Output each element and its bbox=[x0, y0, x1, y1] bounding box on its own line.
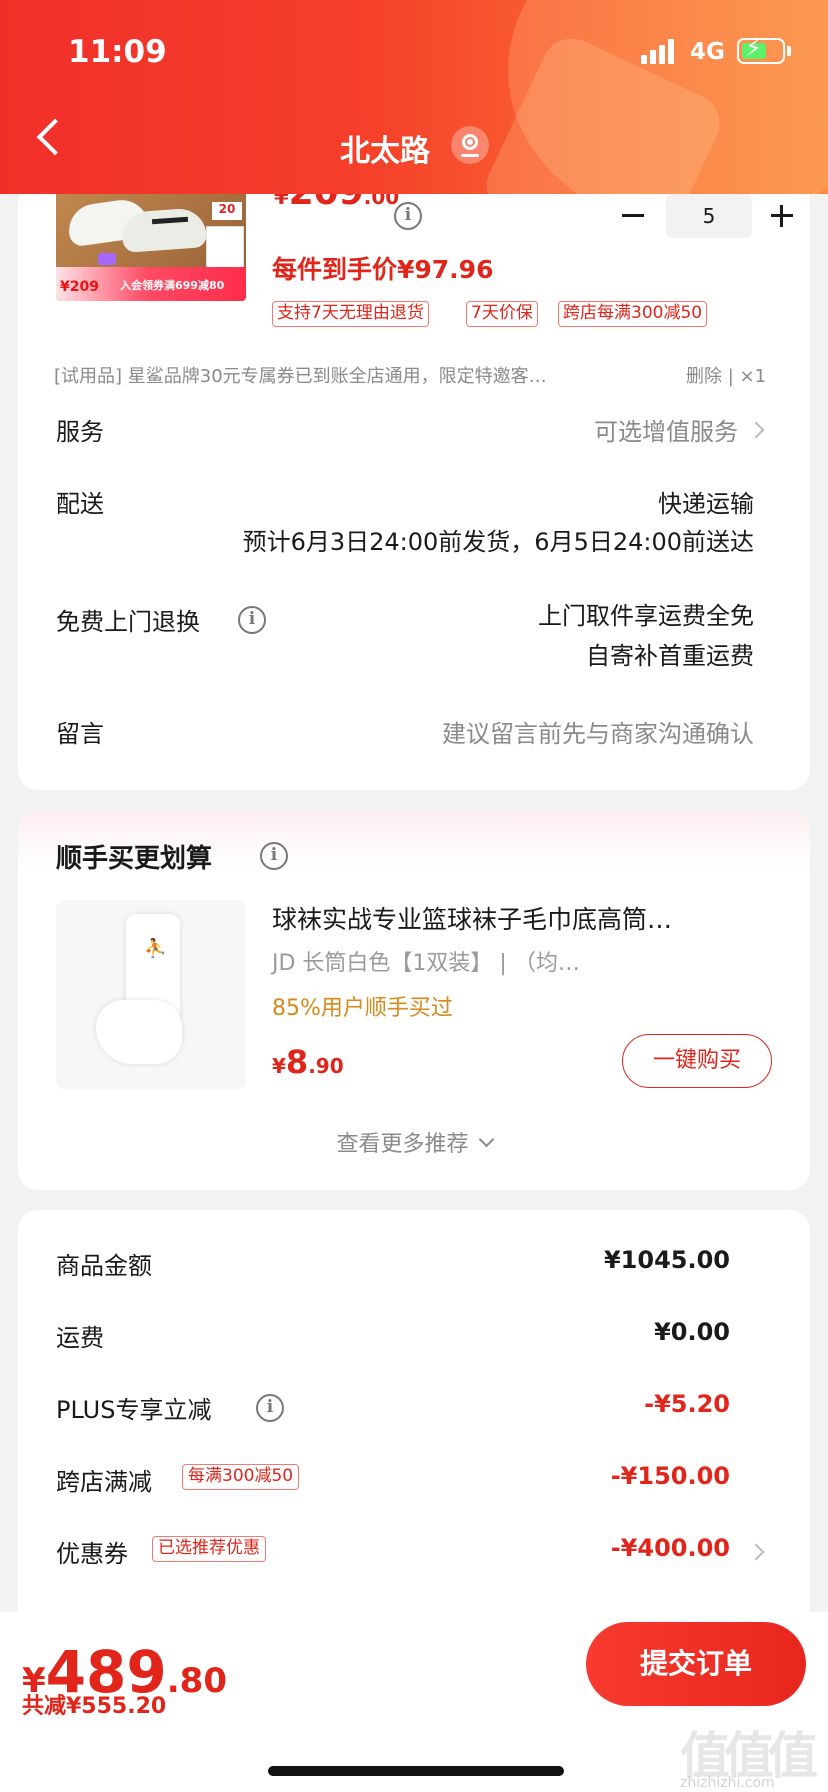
page-title: 北太路 bbox=[340, 134, 430, 169]
service-value[interactable]: 可选增值服务 bbox=[594, 412, 738, 447]
order-product-card: 20 ¥209 入会领券满699减80 ¥209.00 i 5 每件到手价¥97… bbox=[18, 150, 810, 790]
battery-icon: ⚡ bbox=[737, 36, 785, 64]
unit-price: 每件到手价¥97.96 bbox=[272, 255, 494, 284]
signal-icon bbox=[641, 34, 681, 64]
quantity-value[interactable]: 5 bbox=[666, 194, 752, 238]
cross-store-tag: 每满300减50 bbox=[182, 1464, 300, 1490]
chevron-right-icon[interactable] bbox=[747, 1543, 765, 1561]
back-icon[interactable] bbox=[36, 118, 74, 156]
return-service-line1: 上门取件享运费全免 bbox=[538, 602, 754, 630]
summary-label-coupon[interactable]: 优惠券 bbox=[56, 1534, 128, 1569]
summary-value-cross-store: -¥150.00 bbox=[610, 1462, 730, 1490]
summary-value-plus: -¥5.20 bbox=[644, 1390, 730, 1418]
location-icon[interactable] bbox=[451, 126, 489, 164]
more-recommend-link[interactable]: 查看更多推荐 bbox=[18, 1126, 810, 1158]
battery-cap bbox=[787, 46, 791, 56]
chevron-right-icon[interactable] bbox=[747, 421, 765, 439]
summary-value-shipping: ¥0.00 bbox=[654, 1318, 730, 1346]
submit-order-button[interactable]: 提交订单 bbox=[586, 1622, 806, 1706]
header-bar: 11:09 4G ⚡ 北太路 bbox=[0, 0, 828, 194]
recommend-title: 顺手买更划算 bbox=[56, 844, 213, 874]
delivery-label: 配送 bbox=[56, 490, 104, 518]
return-info-icon[interactable]: i bbox=[238, 606, 266, 634]
tag-price-protect: 7天价保 bbox=[466, 301, 538, 327]
summary-value-goods: ¥1045.00 bbox=[603, 1246, 730, 1274]
recommend-card: 顺手买更划算 i ⛹ 球袜实战专业篮球袜子毛巾底高筒… JD 长筒白色【1双装】… bbox=[18, 810, 810, 1190]
tag-cross-store: 跨店每满300减50 bbox=[558, 301, 708, 327]
return-service-label: 免费上门退换 bbox=[56, 608, 200, 636]
thumb-strip-text: 入会领券满699减80 bbox=[120, 279, 225, 292]
recommend-item-spec[interactable]: JD 长筒白色【1双装】 | （均… bbox=[272, 945, 580, 977]
delivery-method[interactable]: 快递运输 bbox=[658, 484, 754, 519]
increase-button[interactable] bbox=[764, 198, 800, 234]
product-thumbnail[interactable]: 20 ¥209 入会领券满699减80 bbox=[56, 180, 246, 301]
plus-info-icon[interactable]: i bbox=[256, 1394, 284, 1422]
network-type: 4G bbox=[690, 39, 725, 65]
delivery-eta: 预计6月3日24:00前发货，6月5日24:00前送达 bbox=[242, 528, 754, 556]
summary-label-cross-store: 跨店满减 bbox=[56, 1468, 152, 1496]
bottom-checkout-bar: ¥489.80 共减¥555.20 提交订单 值值值 zhizhizhi.com bbox=[0, 1612, 828, 1792]
service-label: 服务 bbox=[56, 418, 104, 446]
recommend-item-title[interactable]: 球袜实战专业篮球袜子毛巾底高筒… bbox=[272, 900, 782, 936]
quantity-stepper: 5 bbox=[604, 194, 804, 238]
message-input[interactable]: 建议留言前先与商家沟通确认 bbox=[442, 714, 754, 749]
watermark-domain: zhizhizhi.com bbox=[680, 1775, 775, 1791]
home-indicator bbox=[268, 1766, 564, 1776]
chevron-down-icon bbox=[478, 1131, 494, 1148]
thumb-price: ¥209 bbox=[60, 279, 99, 295]
summary-label-plus: PLUS专享立减 bbox=[56, 1396, 212, 1424]
total-saved: 共减¥555.20 bbox=[22, 1694, 167, 1719]
status-time: 11:09 bbox=[68, 34, 167, 70]
coupon-tag: 已选推荐优惠 bbox=[152, 1536, 266, 1562]
trial-item-text: [试用品] 星鲨品牌30元专属券已到账全店通用，限定特邀客… bbox=[54, 366, 547, 387]
tag-return: 支持7天无理由退货 bbox=[272, 301, 429, 327]
recommend-item-price: ¥8.90 bbox=[272, 1043, 344, 1081]
return-service-line2: 自寄补首重运费 bbox=[586, 642, 754, 670]
decrease-button[interactable] bbox=[622, 214, 644, 217]
recommend-item-percent: 85%用户顺手买过 bbox=[272, 996, 453, 1021]
trial-delete[interactable]: 删除 | ×1 bbox=[686, 362, 766, 388]
one-click-buy-button[interactable]: 一键购买 bbox=[622, 1034, 772, 1088]
price-info-icon[interactable]: i bbox=[394, 202, 422, 230]
message-label: 留言 bbox=[56, 720, 104, 748]
summary-label-goods: 商品金额 bbox=[56, 1252, 152, 1280]
summary-label-shipping: 运费 bbox=[56, 1324, 104, 1352]
summary-value-coupon[interactable]: -¥400.00 bbox=[611, 1534, 730, 1562]
recommend-item-image[interactable]: ⛹ bbox=[56, 900, 246, 1090]
thumb-badge: 20 bbox=[212, 202, 242, 220]
recommend-info-icon[interactable]: i bbox=[260, 842, 288, 870]
jumpman-logo-icon: ⛹ bbox=[144, 938, 167, 959]
